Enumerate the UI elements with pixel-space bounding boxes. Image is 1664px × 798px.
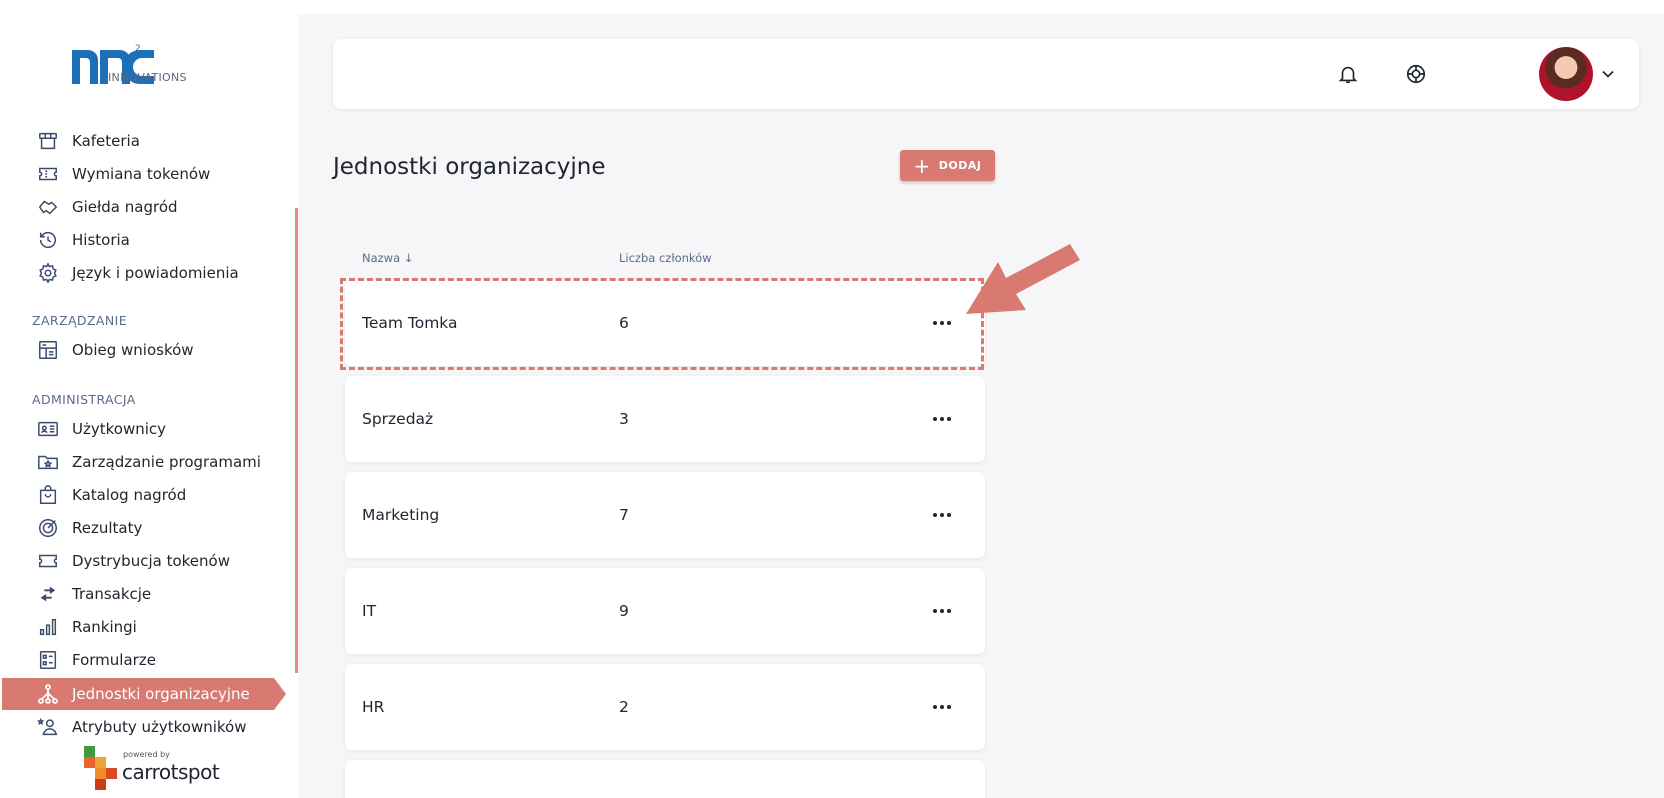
more-options-icon[interactable] [930, 503, 954, 527]
table-row[interactable]: Team Tomka 6 [345, 280, 985, 366]
folder-star-icon [36, 450, 60, 474]
row-name: IT [362, 602, 377, 620]
history-icon [36, 228, 60, 252]
highlight-arrow-icon [966, 244, 1080, 314]
sidebar-item-kafeteria[interactable]: Kafeteria [36, 128, 140, 154]
sidebar: 2 INNOVATIONS Kafeteria Wymiana tokenów … [0, 0, 298, 798]
table-row[interactable]: Sprzedaż 3 [345, 376, 985, 462]
sidebar-item-formularze[interactable]: Formularze [36, 647, 156, 673]
powered-by-carrotspot: powered by carrotspot [84, 746, 224, 790]
transfer-icon [36, 582, 60, 606]
sidebar-item-label: Rankingi [72, 618, 137, 636]
row-name: Team Tomka [362, 314, 458, 332]
sidebar-item-label: Zarządzanie programami [72, 453, 261, 471]
add-button[interactable]: + DODAJ [900, 150, 995, 181]
more-options-icon[interactable] [930, 311, 954, 335]
sidebar-item-label: Kafeteria [72, 132, 140, 150]
sidebar-item-label: Transakcje [72, 585, 152, 603]
add-button-label: DODAJ [938, 159, 982, 172]
sidebar-item-label: Jednostki organizacyjne [72, 685, 250, 703]
sidebar-item-label: Język i powiadomienia [72, 264, 239, 282]
sidebar-item-historia[interactable]: Historia [36, 227, 130, 253]
row-name: HR [362, 698, 385, 716]
powered-by-label: powered by [123, 750, 170, 759]
bell-icon[interactable] [1333, 39, 1363, 109]
sidebar-item-label: Formularze [72, 651, 156, 669]
shopping-bag-icon [36, 483, 60, 507]
more-options-icon[interactable] [930, 599, 954, 623]
sidebar-item-label: Katalog nagród [72, 486, 187, 504]
table-row[interactable]: Marketing 7 [345, 472, 985, 558]
sidebar-item-uzytkownicy[interactable]: Użytkownicy [36, 416, 166, 442]
row-count: 3 [619, 410, 629, 428]
top-bar [333, 39, 1639, 109]
column-header-members[interactable]: Liczba członków [619, 251, 712, 265]
sidebar-item-gielda-nagrod[interactable]: Giełda nagród [36, 194, 178, 220]
sidebar-item-label: Rezultaty [72, 519, 143, 537]
handshake-icon [36, 195, 60, 219]
section-label-zarzadzanie: ZARZĄDZANIE [32, 313, 127, 328]
sidebar-item-jednostki-organizacyjne[interactable]: Jednostki organizacyjne [2, 678, 286, 710]
more-options-icon[interactable] [930, 407, 954, 431]
column-header-name[interactable]: Nazwa ↓ [362, 251, 413, 265]
row-count: 2 [619, 698, 629, 716]
ticket-icon [36, 549, 60, 573]
sidebar-item-transakcje[interactable]: Transakcje [36, 581, 151, 607]
sidebar-item-dystrybucja-tokenow[interactable]: Dystrybucja tokenów [36, 548, 230, 574]
sidebar-item-label: Dystrybucja tokenów [72, 552, 230, 570]
sidebar-item-label: Giełda nagród [72, 198, 178, 216]
table-row[interactable]: HR 2 [345, 664, 985, 750]
row-count: 7 [619, 506, 629, 524]
target-icon [36, 516, 60, 540]
sidebar-item-katalog-nagrod[interactable]: Katalog nagród [36, 482, 186, 508]
row-count: 9 [619, 602, 629, 620]
sidebar-item-obieg-wnioskow[interactable]: Obieg wniosków [36, 337, 194, 363]
store-icon [36, 129, 60, 153]
form-icon [36, 648, 60, 672]
sidebar-item-zarzadzanie-programami[interactable]: Zarządzanie programami [36, 449, 261, 475]
lifebuoy-icon[interactable] [1401, 39, 1431, 109]
sidebar-item-label: Obieg wniosków [72, 341, 194, 359]
table-row[interactable]: IT 9 [345, 568, 985, 654]
sidebar-item-label: Wymiana tokenów [72, 165, 211, 183]
sidebar-item-label: Użytkownicy [72, 420, 167, 438]
id-card-icon [36, 417, 60, 441]
org-tree-icon [36, 682, 60, 706]
plus-icon: + [913, 153, 931, 178]
sidebar-item-atrybuty-uzytkownikow[interactable]: Atrybuty użytkowników [36, 714, 247, 740]
row-count: 6 [619, 314, 629, 332]
row-name: Marketing [362, 506, 440, 524]
section-label-administracja: ADMINISTRACJA [32, 392, 136, 407]
sidebar-item-rezultaty[interactable]: Rezultaty [36, 515, 142, 541]
more-options-icon[interactable] [930, 695, 954, 719]
user-star-icon [36, 715, 60, 739]
sidebar-item-wymiana-tokenow[interactable]: Wymiana tokenów [36, 161, 210, 187]
row-name: Sprzedaż [362, 410, 434, 428]
gear-icon [36, 261, 60, 285]
sidebar-item-label: Atrybuty użytkowników [72, 718, 247, 736]
sidebar-item-rankingi[interactable]: Rankingi [36, 614, 137, 640]
chevron-down-icon[interactable] [1598, 64, 1618, 84]
ticket-icon [36, 162, 60, 186]
carrotspot-logo-text: carrotspot [122, 760, 220, 784]
avatar[interactable] [1539, 47, 1593, 101]
sidebar-item-jezyk-i-powiadomienia[interactable]: Język i powiadomienia [36, 260, 239, 286]
page-title: Jednostki organizacyjne [333, 154, 606, 180]
logo-text: INNOVATIONS [108, 71, 187, 84]
sidebar-item-label: Historia [72, 231, 130, 249]
table-row-partial[interactable] [345, 760, 985, 798]
logo-superscript: 2 [135, 44, 141, 54]
bar-chart-icon [36, 615, 60, 639]
workflow-icon [36, 338, 60, 362]
